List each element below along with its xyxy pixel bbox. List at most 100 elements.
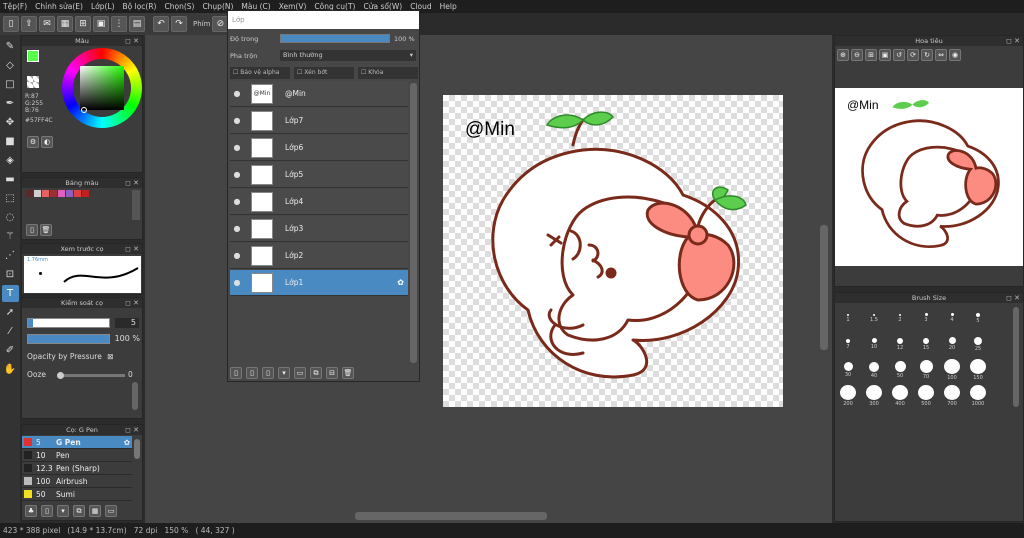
eyedrop-tool-icon[interactable]: ✐	[2, 342, 19, 359]
palette-swatch[interactable]	[74, 190, 81, 197]
layer-row-1[interactable]: ● Lớp1 ✿	[230, 270, 408, 296]
close-icon[interactable]: ◻ ✕	[125, 298, 139, 308]
brush-size-cell[interactable]: 10	[863, 333, 885, 355]
blend-mode-select[interactable]: Bình thường ▾	[280, 50, 416, 61]
eye-icon[interactable]: ●	[230, 251, 244, 260]
brush-add-icon[interactable]: ♣	[25, 505, 37, 517]
grid-icon[interactable]: ▦	[57, 16, 73, 32]
operation-tool-icon[interactable]: ➚	[2, 304, 19, 321]
new-palette-icon[interactable]: ▯	[26, 224, 38, 236]
brush-item-g-pen[interactable]: 5G Pen ✿	[22, 436, 132, 449]
protect-alpha-checkbox[interactable]: ☐ Bảo vệ alpha	[230, 67, 290, 79]
new-layer-1bit-icon[interactable]: ▯	[262, 367, 274, 379]
flip-icon[interactable]: ⇔	[935, 49, 947, 61]
navigator-preview[interactable]: @Min	[835, 88, 1023, 266]
eye-icon[interactable]: ●	[230, 224, 244, 233]
brush-size-cell[interactable]: 50	[889, 359, 911, 381]
menu-select[interactable]: Chọn(S)	[164, 2, 194, 11]
palette-swatch[interactable]	[34, 190, 41, 197]
menu-filter[interactable]: Bộ lọc(R)	[123, 2, 157, 11]
eye-icon[interactable]: ●	[230, 197, 244, 206]
brush-list-scrollbar[interactable]	[134, 439, 140, 459]
new-file-icon[interactable]: ▯	[3, 16, 19, 32]
close-icon[interactable]: ◻ ✕	[125, 178, 139, 188]
palette-swatch[interactable]	[66, 190, 73, 197]
saturation-box[interactable]	[80, 66, 124, 110]
foreground-swatch[interactable]	[27, 50, 39, 62]
select-pen-icon[interactable]: ⋰	[2, 247, 19, 264]
brush-size-cell[interactable]: 4	[941, 307, 963, 329]
move-tool-icon[interactable]: ✥	[2, 114, 19, 131]
eye-icon[interactable]: ●	[230, 278, 244, 287]
eye-icon[interactable]: ●	[230, 116, 244, 125]
folder-icon[interactable]: ▭	[294, 367, 306, 379]
brush-size-cell[interactable]: 100	[941, 359, 963, 381]
gear-icon[interactable]: ✿	[124, 438, 130, 447]
select-rect-icon[interactable]: ⬚	[2, 190, 19, 207]
transform-icon[interactable]: ⊞	[75, 16, 91, 32]
brush-size-cell[interactable]: 7	[837, 333, 859, 355]
redo-icon[interactable]: ↷	[171, 16, 187, 32]
layer-row-min[interactable]: ● @Min @Min	[230, 81, 408, 107]
dropper-tool-icon[interactable]: ⁄	[2, 323, 19, 340]
eraser-tool-icon[interactable]: ◇	[2, 57, 19, 74]
text-tool-icon[interactable]: T	[1, 285, 19, 302]
brush-size-scrollbar[interactable]	[1013, 307, 1019, 407]
brush-size-cell[interactable]: 3	[915, 307, 937, 329]
close-icon[interactable]: ◻ ✕	[1006, 293, 1020, 303]
new-layer-8bit-icon[interactable]: ▯	[246, 367, 258, 379]
rect-tool-icon[interactable]: □	[2, 76, 19, 93]
brush-item-sumi[interactable]: 50 Sumi	[22, 488, 132, 501]
zoom-in-icon[interactable]: ⊕	[837, 49, 849, 61]
brush-size-cell[interactable]: 400	[889, 385, 911, 407]
layer-opacity-slider[interactable]	[280, 34, 390, 43]
wand-tool-icon[interactable]: ⚚	[2, 228, 19, 245]
menu-file[interactable]: Tệp(F)	[3, 2, 27, 11]
layer-row-3[interactable]: ● Lớp3	[230, 216, 408, 242]
ooze-slider[interactable]	[57, 372, 125, 379]
eye-icon[interactable]: ●	[230, 143, 244, 152]
brush-opacity-slider[interactable]	[27, 334, 110, 344]
brush-size-cell[interactable]: 1000	[967, 385, 989, 407]
lasso-tool-icon[interactable]: ◌	[2, 209, 19, 226]
image-icon[interactable]: ▣	[93, 16, 109, 32]
brush-item-pen-sharp[interactable]: 12.3 Pen (Sharp)	[22, 462, 132, 475]
zoom-out-icon[interactable]: ⊖	[851, 49, 863, 61]
duplicate-layer-icon[interactable]: ⧉	[310, 367, 322, 379]
eye-icon[interactable]: ●	[230, 89, 244, 98]
close-icon[interactable]: ◻ ✕	[125, 244, 139, 254]
transparent-swatch[interactable]	[27, 76, 39, 88]
layer-row-4[interactable]: ● Lớp4	[230, 189, 408, 215]
gradient-tool-icon[interactable]: ▬	[2, 171, 19, 188]
palette-swatch[interactable]	[82, 190, 89, 197]
brush-size-cell[interactable]: 25	[967, 333, 989, 355]
palette-icon[interactable]: ⚙	[27, 136, 39, 148]
fill-rect-icon[interactable]: ■	[2, 133, 19, 150]
select-eraser-icon[interactable]: ⊡	[2, 266, 19, 283]
snap-icon[interactable]: ⋮	[111, 16, 127, 32]
canvas-horizontal-scrollbar[interactable]	[355, 512, 547, 520]
rotate-reset-icon[interactable]: ⟳	[907, 49, 919, 61]
delete-layer-icon[interactable]: 🗑	[342, 367, 354, 379]
brush-copy-icon[interactable]: ⧉	[73, 505, 85, 517]
share-icon[interactable]: ⇪	[21, 16, 37, 32]
layer-menu-icon[interactable]: ▾	[278, 367, 290, 379]
brush-size-cell[interactable]: 12	[889, 333, 911, 355]
hue-wheel[interactable]	[62, 48, 142, 128]
brush-size-cell[interactable]: 700	[941, 385, 963, 407]
palette-scrollbar[interactable]	[132, 190, 140, 220]
close-icon[interactable]: ◻ ✕	[125, 425, 139, 435]
undo-icon[interactable]: ↶	[153, 16, 169, 32]
brush-size-cell[interactable]: 1	[837, 307, 859, 329]
palette-swatch[interactable]	[26, 190, 33, 197]
close-icon[interactable]: ◻ ✕	[1006, 36, 1020, 46]
ruler-icon[interactable]: ▤	[129, 16, 145, 32]
brush-size-cell[interactable]: 70	[915, 359, 937, 381]
brush-size-cell[interactable]: 15	[915, 333, 937, 355]
layer-scrollbar[interactable]	[410, 83, 417, 363]
brush-delete-icon[interactable]: ▭	[105, 505, 117, 517]
brush-size-cell[interactable]: 200	[837, 385, 859, 407]
brush-size-cell[interactable]: 150	[967, 359, 989, 381]
rotate-left-icon[interactable]: ↺	[893, 49, 905, 61]
brush-paste-icon[interactable]: ▦	[89, 505, 101, 517]
